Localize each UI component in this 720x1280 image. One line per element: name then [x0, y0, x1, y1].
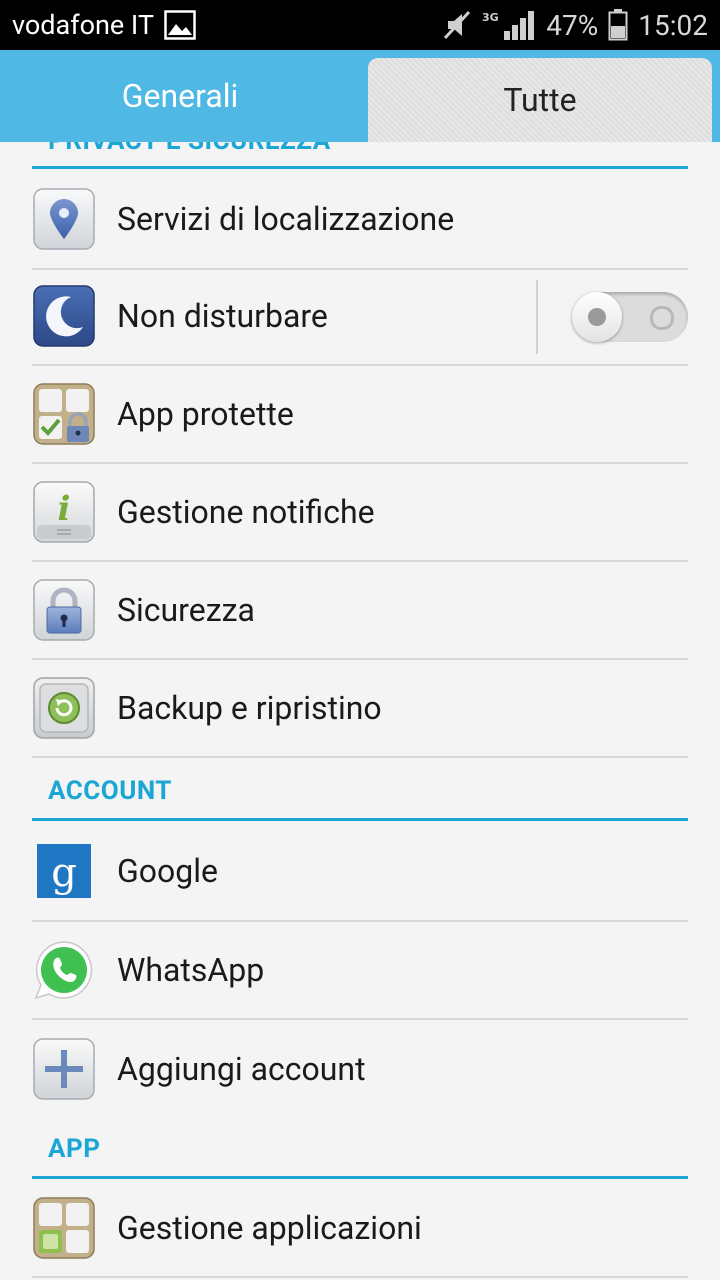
section-title-account: ACCOUNT: [48, 776, 172, 806]
gallery-icon: [164, 10, 196, 40]
section-title-app: APP: [48, 1134, 101, 1164]
settings-item-label: App protette: [117, 395, 294, 433]
app-manager-icon: [32, 1196, 96, 1260]
settings-item-label: Gestione applicazioni: [117, 1209, 422, 1247]
settings-item-location[interactable]: Servizi di localizzazione: [32, 170, 688, 270]
battery-percent: 47%: [546, 8, 599, 42]
section-title-privacy: PRIVACY E SICUREZZA: [48, 142, 331, 156]
mute-icon: [442, 9, 472, 41]
backup-icon: [32, 676, 96, 740]
tab-bar: Generali Tutte: [0, 50, 720, 142]
battery-icon: [608, 9, 628, 41]
settings-item-label: Servizi di localizzazione: [117, 200, 455, 238]
section-divider: [32, 1176, 688, 1179]
dnd-toggle[interactable]: [572, 292, 688, 342]
carrier-name: vodafone IT: [12, 9, 154, 41]
settings-item-label: Aggiungi account: [117, 1050, 366, 1088]
settings-item-label: Gestione notifiche: [117, 493, 375, 531]
tab-generali-label: Generali: [121, 77, 239, 115]
settings-item-protected-apps[interactable]: App protette: [32, 366, 688, 464]
info-icon: i: [32, 480, 96, 544]
google-icon: g: [32, 839, 96, 903]
settings-item-label: Google: [117, 852, 219, 890]
toggle-knob: [572, 292, 622, 342]
settings-item-google[interactable]: g Google: [32, 822, 688, 922]
section-divider: [32, 166, 688, 169]
protected-apps-icon: [32, 382, 96, 446]
tab-generali[interactable]: Generali: [0, 50, 360, 142]
padlock-icon: [32, 578, 96, 642]
settings-item-whatsapp[interactable]: WhatsApp: [32, 922, 688, 1020]
clock: 15:02: [638, 8, 708, 42]
settings-item-security[interactable]: Sicurezza: [32, 562, 688, 660]
settings-item-dnd[interactable]: Non disturbare: [32, 268, 688, 366]
signal-icon: 3G: [482, 9, 536, 41]
status-bar: vodafone IT 3G 47% 15:02: [0, 0, 720, 50]
settings-item-label: Non disturbare: [117, 297, 328, 335]
plus-icon: [32, 1037, 96, 1101]
settings-item-app-manager[interactable]: Gestione applicazioni: [32, 1180, 688, 1278]
whatsapp-icon: [32, 938, 96, 1002]
svg-text:i: i: [58, 489, 71, 529]
tab-tutte-label: Tutte: [503, 81, 577, 119]
location-pin-icon: [32, 187, 96, 251]
settings-list[interactable]: PRIVACY E SICUREZZA Servizi di localizza…: [0, 142, 720, 1280]
toggle-off-indicator: [650, 306, 674, 330]
tab-tutte[interactable]: Tutte: [368, 58, 712, 142]
settings-item-notifications[interactable]: i Gestione notifiche: [32, 464, 688, 562]
settings-item-label: WhatsApp: [117, 951, 265, 989]
settings-item-backup[interactable]: Backup e ripristino: [32, 660, 688, 758]
svg-text:g: g: [51, 850, 77, 896]
section-header-app: APP: [48, 1134, 100, 1164]
settings-item-label: Backup e ripristino: [117, 689, 382, 727]
settings-item-label: Sicurezza: [117, 591, 255, 629]
network-type: 3G: [482, 11, 499, 24]
settings-item-add-account[interactable]: Aggiungi account: [32, 1020, 688, 1118]
moon-icon: [32, 284, 96, 348]
section-header-account: ACCOUNT: [48, 776, 172, 806]
section-divider: [32, 818, 688, 821]
dnd-toggle-area: [536, 280, 688, 354]
